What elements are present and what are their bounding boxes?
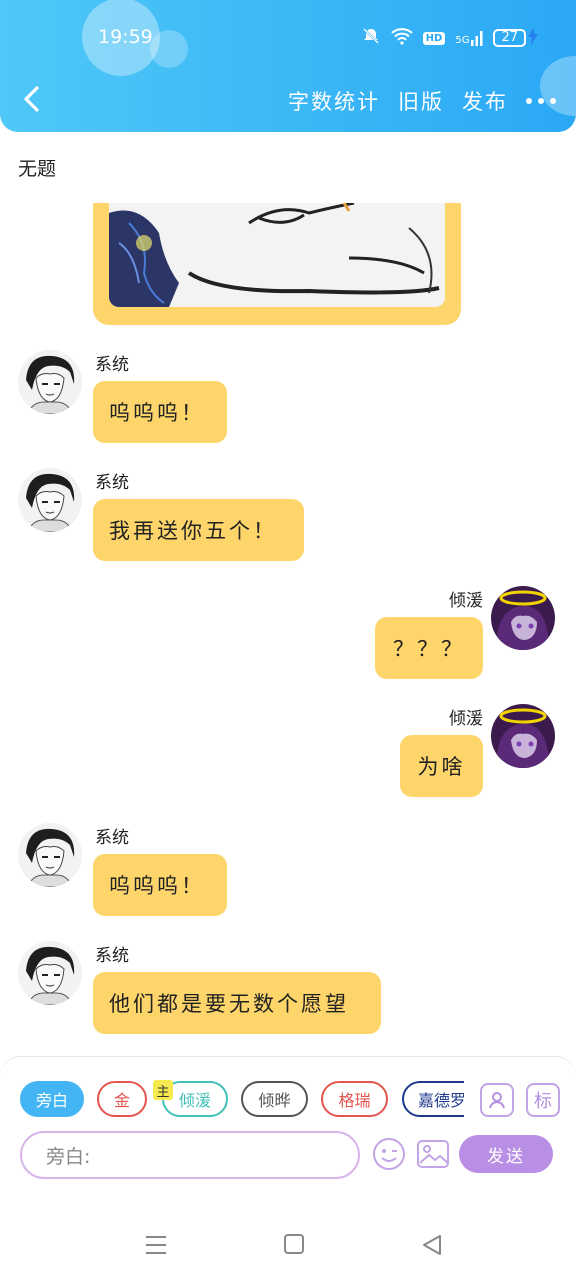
avatar[interactable]	[18, 823, 82, 887]
mute-bell-icon	[361, 26, 381, 50]
wifi-icon	[390, 27, 413, 49]
network-type: 5G	[455, 35, 470, 46]
person-icon[interactable]	[480, 1083, 514, 1117]
old-version-button[interactable]: 旧版	[398, 86, 444, 116]
message-bubble[interactable]: 我再送你五个！	[93, 499, 304, 561]
message-bubble[interactable]: ？？？	[375, 617, 483, 679]
status-time: 19:59	[98, 26, 153, 48]
sender-name: 系统	[95, 946, 129, 966]
avatar[interactable]	[18, 941, 82, 1005]
chat-message: 系统呜呜呜！	[0, 350, 576, 450]
main-role-badge: 主	[153, 1080, 173, 1100]
decor-bubble	[150, 30, 188, 68]
back-triangle-icon[interactable]	[418, 1232, 446, 1258]
sender-name: 倾湲	[449, 709, 483, 729]
role-chips: 旁白 金 倾湲 倾晔 格瑞 嘉德罗斯	[20, 1081, 464, 1119]
sender-name: 系统	[95, 828, 129, 848]
chat-message: 倾湲 ？？？	[0, 586, 576, 686]
chat-message: 系统我再送你五个！	[0, 468, 576, 568]
message-input[interactable]: 旁白:	[20, 1131, 360, 1179]
app-header: 19:59 HD 5G 27 字数统计 旧版 发布	[0, 0, 576, 132]
chat-message: 系统呜呜呜！	[0, 823, 576, 923]
message-bubble[interactable]: 为啥	[400, 735, 483, 797]
message-bubble[interactable]: 呜呜呜！	[93, 381, 227, 443]
send-button[interactable]: 发送	[459, 1135, 553, 1173]
status-icons: HD 5G 27	[361, 26, 538, 50]
message-bubble[interactable]: 他们都是要无数个愿望	[93, 972, 381, 1034]
sketch-image	[109, 203, 445, 307]
avatar[interactable]	[491, 586, 555, 650]
chat-message: 系统他们都是要无数个愿望	[0, 941, 576, 1041]
image-message[interactable]	[93, 203, 461, 325]
avatar[interactable]	[18, 350, 82, 414]
hd-badge: HD	[422, 31, 446, 45]
back-button[interactable]	[18, 84, 48, 114]
word-count-button[interactable]: 字数统计	[288, 86, 380, 116]
message-bubble[interactable]: 呜呜呜！	[93, 854, 227, 916]
publish-button[interactable]: 发布	[462, 86, 508, 116]
charging-icon	[528, 27, 538, 49]
page-title: 无题	[18, 158, 57, 180]
emoji-icon[interactable]	[372, 1137, 406, 1171]
role-chip[interactable]: 嘉德罗斯	[402, 1081, 464, 1117]
composer-panel: 旁白 金 倾湲 倾晔 格瑞 嘉德罗斯 主 标 旁白: 发送	[0, 1056, 576, 1210]
role-chip[interactable]: 格瑞	[321, 1081, 388, 1117]
more-dots-icon[interactable]	[526, 98, 556, 104]
avatar[interactable]	[491, 704, 555, 768]
header-actions: 字数统计 旧版 发布	[288, 86, 556, 116]
role-chip[interactable]: 倾晔	[241, 1081, 308, 1117]
sender-name: 系统	[95, 473, 129, 493]
menu-icon[interactable]	[142, 1232, 170, 1258]
sender-name: 倾湲	[449, 591, 483, 611]
chat-message: 倾湲为啥	[0, 704, 576, 804]
avatar[interactable]	[18, 468, 82, 532]
signal-icon: 5G	[455, 30, 483, 46]
battery-indicator: 27	[493, 29, 526, 47]
role-chip[interactable]: 旁白	[20, 1081, 84, 1117]
tag-button[interactable]: 标	[526, 1083, 560, 1117]
home-square-icon[interactable]	[281, 1232, 309, 1258]
image-picker-icon[interactable]	[416, 1137, 450, 1171]
system-nav-bar	[0, 1210, 576, 1280]
sender-name: 系统	[95, 355, 129, 375]
chevron-left-icon	[24, 86, 39, 112]
role-chip[interactable]: 金	[97, 1081, 147, 1117]
